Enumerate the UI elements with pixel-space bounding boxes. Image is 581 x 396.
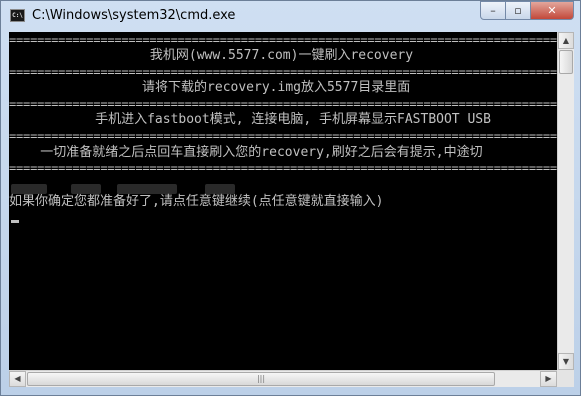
render-artifact (117, 184, 177, 194)
console-line: 如果你确定您都准备好了,请点任意键继续(点任意键就直接输入) (9, 194, 384, 209)
console-output[interactable]: ========================================… (9, 32, 557, 370)
resize-grip[interactable] (557, 370, 574, 387)
separator-line: ========================================… (9, 33, 557, 47)
scroll-up-button[interactable]: ▲ (558, 32, 574, 49)
window-title: C:\Windows\system32\cmd.exe (32, 8, 236, 23)
separator-line: ========================================… (9, 65, 557, 79)
separator-line: ========================================… (9, 129, 557, 143)
console-line: 请将下载的recovery.img放入5577目录里面 (9, 80, 411, 95)
separator-line: ========================================… (9, 161, 557, 175)
vertical-scrollbar[interactable]: ▲ ▼ (557, 32, 574, 370)
console-line: 一切准备就绪之后点回车直接刷入您的recovery,刷好之后会有提示,中途切 (9, 145, 483, 160)
scroll-down-button[interactable]: ▼ (558, 353, 574, 370)
render-artifact (71, 184, 101, 194)
minimize-button[interactable]: – (480, 1, 506, 20)
close-button[interactable]: ✕ (531, 1, 574, 20)
text-cursor (11, 220, 19, 223)
window-controls: – ▫ ✕ (480, 1, 574, 20)
vertical-scroll-thumb[interactable] (559, 50, 573, 74)
horizontal-scrollbar[interactable]: ◀ ||| ▶ (9, 370, 557, 387)
cmd-app-icon[interactable]: C:\ (10, 9, 25, 22)
render-artifact (11, 184, 47, 194)
separator-line: ========================================… (9, 97, 557, 111)
console-line: 我机网(www.5577.com)一键刷入recovery (9, 48, 414, 63)
scroll-left-button[interactable]: ◀ (9, 371, 26, 387)
scroll-right-button[interactable]: ▶ (540, 371, 557, 387)
maximize-button[interactable]: ▫ (506, 1, 531, 20)
render-artifact (205, 184, 235, 194)
title-bar[interactable]: C:\ C:\Windows\system32\cmd.exe – ▫ ✕ (1, 1, 580, 31)
cmd-window: C:\ C:\Windows\system32\cmd.exe – ▫ ✕ ==… (0, 0, 581, 396)
horizontal-scroll-thumb[interactable]: ||| (27, 372, 495, 386)
console-line: 手机进入fastboot模式, 连接电脑, 手机屏幕显示FASTBOOT USB (9, 112, 491, 127)
